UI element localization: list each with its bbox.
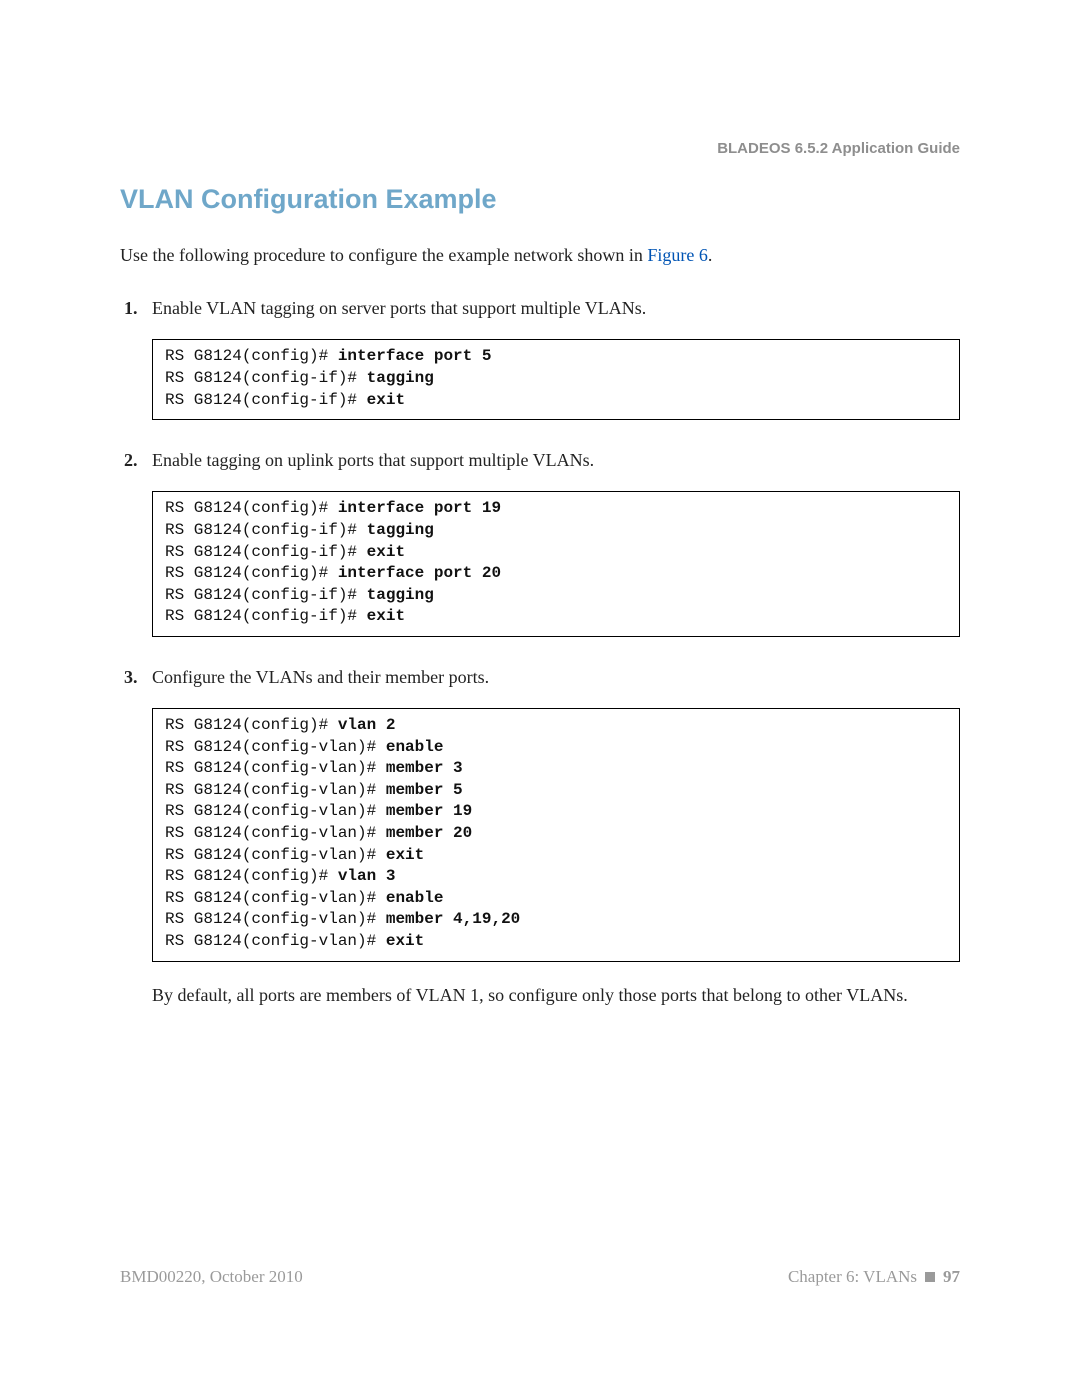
code-plain: RS G8124(config)# bbox=[165, 347, 338, 365]
code-line: RS G8124(config-vlan)# enable bbox=[165, 737, 947, 759]
code-line: RS G8124(config)# interface port 19 bbox=[165, 498, 947, 520]
code-line: RS G8124(config)# vlan 2 bbox=[165, 715, 947, 737]
code-bold: tagging bbox=[367, 369, 434, 387]
step-3-note: By default, all ports are members of VLA… bbox=[152, 982, 960, 1008]
code-block-3: RS G8124(config)# vlan 2 RS G8124(config… bbox=[152, 708, 960, 962]
code-plain: RS G8124(config-if)# bbox=[165, 391, 367, 409]
code-bold: exit bbox=[386, 932, 424, 950]
step-text: Configure the VLANs and their member por… bbox=[152, 665, 960, 690]
code-bold: tagging bbox=[367, 521, 434, 539]
step-1: 1. Enable VLAN tagging on server ports t… bbox=[120, 296, 960, 321]
intro-post: . bbox=[708, 245, 713, 265]
page-body: BLADEOS 6.5.2 Application Guide VLAN Con… bbox=[0, 0, 1080, 1397]
code-line: RS G8124(config-vlan)# member 3 bbox=[165, 758, 947, 780]
code-plain: RS G8124(config)# bbox=[165, 867, 338, 885]
code-plain: RS G8124(config-if)# bbox=[165, 521, 367, 539]
code-line: RS G8124(config-vlan)# member 4,19,20 bbox=[165, 909, 947, 931]
code-plain: RS G8124(config-vlan)# bbox=[165, 932, 386, 950]
code-bold: exit bbox=[367, 391, 405, 409]
code-plain: RS G8124(config)# bbox=[165, 716, 338, 734]
code-plain: RS G8124(config-vlan)# bbox=[165, 846, 386, 864]
step-number: 2. bbox=[120, 448, 152, 473]
code-bold: enable bbox=[386, 889, 444, 907]
code-bold: member 5 bbox=[386, 781, 463, 799]
code-plain: RS G8124(config-vlan)# bbox=[165, 910, 386, 928]
square-icon bbox=[925, 1272, 935, 1282]
code-line: RS G8124(config-if)# exit bbox=[165, 606, 947, 628]
code-plain: RS G8124(config-vlan)# bbox=[165, 781, 386, 799]
code-bold: exit bbox=[386, 846, 424, 864]
code-line: RS G8124(config-if)# exit bbox=[165, 390, 947, 412]
step-2: 2. Enable tagging on uplink ports that s… bbox=[120, 448, 960, 473]
code-line: RS G8124(config-vlan)# exit bbox=[165, 931, 947, 953]
step-text: Enable VLAN tagging on server ports that… bbox=[152, 296, 960, 321]
footer-left: BMD00220, October 2010 bbox=[120, 1267, 303, 1287]
code-line: RS G8124(config)# interface port 20 bbox=[165, 563, 947, 585]
code-bold: exit bbox=[367, 543, 405, 561]
code-bold: interface port 5 bbox=[338, 347, 492, 365]
code-bold: exit bbox=[367, 607, 405, 625]
code-plain: RS G8124(config-vlan)# bbox=[165, 759, 386, 777]
figure-link[interactable]: Figure 6 bbox=[647, 245, 708, 265]
code-block-2: RS G8124(config)# interface port 19 RS G… bbox=[152, 491, 960, 637]
code-plain: RS G8124(config-vlan)# bbox=[165, 738, 386, 756]
code-plain: RS G8124(config)# bbox=[165, 564, 338, 582]
step-number: 3. bbox=[120, 665, 152, 690]
running-header: BLADEOS 6.5.2 Application Guide bbox=[717, 140, 960, 157]
code-plain: RS G8124(config)# bbox=[165, 499, 338, 517]
code-plain: RS G8124(config-if)# bbox=[165, 369, 367, 387]
section-title: VLAN Configuration Example bbox=[120, 184, 960, 215]
page-number: 97 bbox=[943, 1267, 960, 1287]
code-bold: interface port 19 bbox=[338, 499, 501, 517]
code-block-1: RS G8124(config)# interface port 5 RS G8… bbox=[152, 339, 960, 420]
intro-paragraph: Use the following procedure to configure… bbox=[120, 243, 960, 268]
code-plain: RS G8124(config-vlan)# bbox=[165, 824, 386, 842]
code-line: RS G8124(config-if)# tagging bbox=[165, 585, 947, 607]
code-line: RS G8124(config-vlan)# enable bbox=[165, 888, 947, 910]
code-bold: member 19 bbox=[386, 802, 472, 820]
code-line: RS G8124(config)# interface port 5 bbox=[165, 346, 947, 368]
page-footer: BMD00220, October 2010 Chapter 6: VLANs … bbox=[120, 1267, 960, 1287]
intro-pre: Use the following procedure to configure… bbox=[120, 245, 647, 265]
code-bold: tagging bbox=[367, 586, 434, 604]
code-line: RS G8124(config-vlan)# member 19 bbox=[165, 801, 947, 823]
code-bold: enable bbox=[386, 738, 444, 756]
step-number: 1. bbox=[120, 296, 152, 321]
code-line: RS G8124(config-if)# exit bbox=[165, 542, 947, 564]
code-plain: RS G8124(config-vlan)# bbox=[165, 802, 386, 820]
footer-right: Chapter 6: VLANs 97 bbox=[788, 1267, 960, 1287]
code-line: RS G8124(config-vlan)# member 20 bbox=[165, 823, 947, 845]
code-bold: vlan 3 bbox=[338, 867, 396, 885]
code-bold: vlan 2 bbox=[338, 716, 396, 734]
footer-chapter: Chapter 6: VLANs bbox=[788, 1267, 917, 1287]
code-line: RS G8124(config-vlan)# exit bbox=[165, 845, 947, 867]
code-line: RS G8124(config)# vlan 3 bbox=[165, 866, 947, 888]
code-plain: RS G8124(config-if)# bbox=[165, 543, 367, 561]
code-bold: member 20 bbox=[386, 824, 472, 842]
code-line: RS G8124(config-if)# tagging bbox=[165, 520, 947, 542]
step-text: Enable tagging on uplink ports that supp… bbox=[152, 448, 960, 473]
step-3: 3. Configure the VLANs and their member … bbox=[120, 665, 960, 690]
code-bold: member 4,19,20 bbox=[386, 910, 520, 928]
code-bold: member 3 bbox=[386, 759, 463, 777]
code-plain: RS G8124(config-if)# bbox=[165, 607, 367, 625]
code-plain: RS G8124(config-if)# bbox=[165, 586, 367, 604]
code-line: RS G8124(config-vlan)# member 5 bbox=[165, 780, 947, 802]
code-plain: RS G8124(config-vlan)# bbox=[165, 889, 386, 907]
code-line: RS G8124(config-if)# tagging bbox=[165, 368, 947, 390]
code-bold: interface port 20 bbox=[338, 564, 501, 582]
